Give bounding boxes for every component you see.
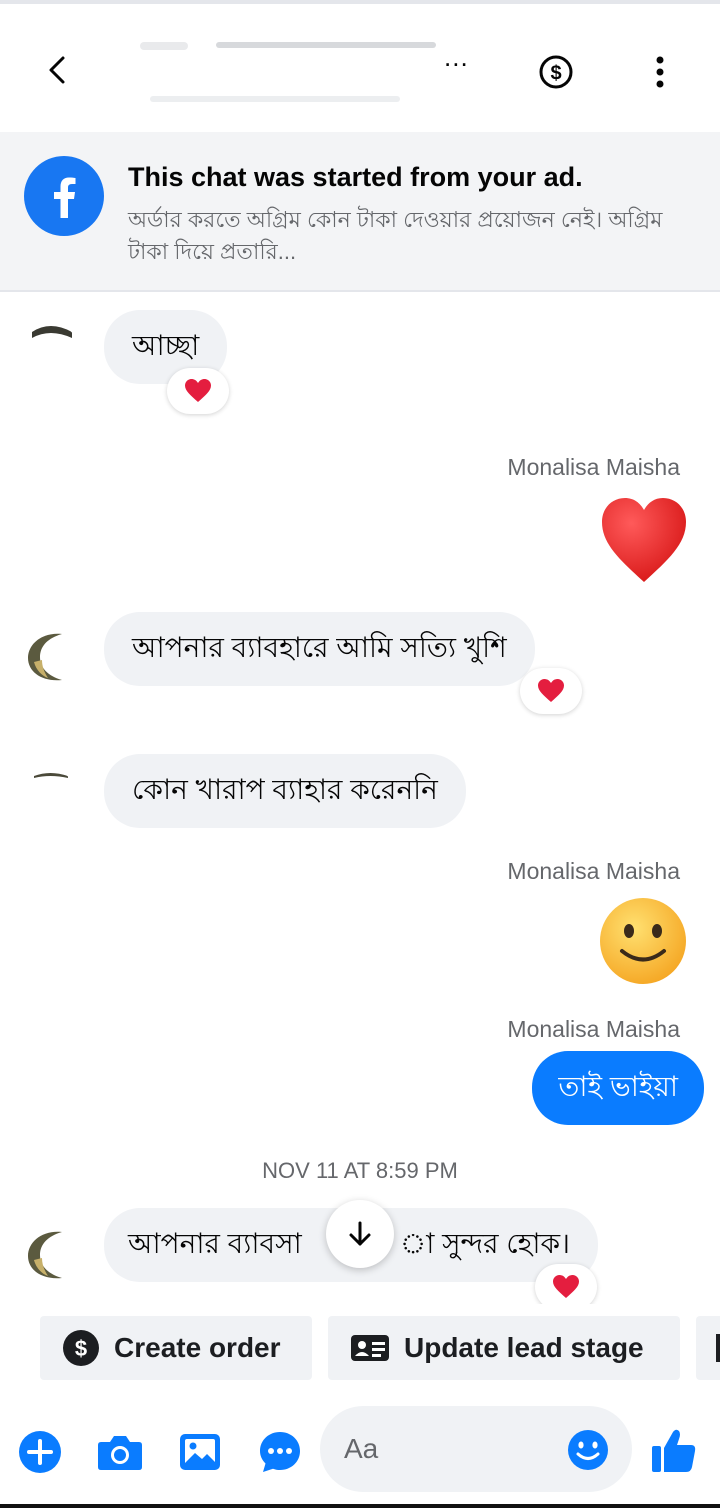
message-input[interactable] (344, 1426, 564, 1472)
chat-header: ... $ (0, 4, 720, 132)
message-text: া সুন্দর হোক। (400, 1227, 571, 1259)
dollar-icon: $ (539, 55, 573, 89)
vertical-dots-icon (656, 56, 664, 88)
emoji-button[interactable] (566, 1428, 610, 1472)
avatar[interactable] (22, 770, 78, 826)
gallery-button[interactable] (176, 1428, 224, 1476)
message-timestamp: NOV 11 AT 8:59 PM (262, 1158, 458, 1183)
sender-name: Monalisa Maisha (507, 454, 680, 480)
message-bubble-outgoing[interactable]: তাই ভাইয়া (532, 1051, 704, 1125)
payment-button[interactable]: $ (536, 52, 576, 92)
heart-reaction[interactable] (167, 368, 229, 414)
emoji-icon (568, 1430, 608, 1470)
message-bubble-incoming[interactable]: কোন খারাপ ব্যাহার করেননি (104, 754, 466, 828)
contact-name-ellipsis: ... (444, 42, 469, 72)
camera-icon (98, 1436, 142, 1470)
scroll-to-bottom-button[interactable] (326, 1200, 394, 1268)
svg-text:$: $ (75, 1336, 87, 1361)
chat-extensions-button[interactable] (256, 1428, 304, 1476)
ad-banner-text: অর্ডার করতে অগ্রিম কোন টাকা দেওয়ার প্রয… (128, 207, 663, 264)
avatar[interactable] (22, 322, 78, 378)
ad-origin-banner[interactable]: This chat was started from your ad. অর্ড… (0, 132, 720, 292)
thumbs-up-icon (652, 1429, 696, 1472)
message-bubble-incoming[interactable]: আপনার ব্যাবহারে আমি সত্যি খুশি (104, 612, 535, 686)
contact-name-redacted[interactable] (140, 34, 440, 114)
smiley-emoji-message[interactable] (598, 896, 688, 986)
image-icon (180, 1434, 220, 1470)
message-text: কোন খারাপ ব্যাহার করেননি (132, 773, 438, 805)
dollar-circle-icon: $ (63, 1330, 99, 1366)
avatar[interactable] (22, 628, 78, 684)
sender-name: Monalisa Maisha (507, 1016, 680, 1042)
create-order-button[interactable]: $ Create order (40, 1316, 312, 1380)
quick-action-overflow[interactable] (696, 1316, 720, 1380)
chat-bubble-icon (260, 1432, 300, 1472)
heart-icon (538, 679, 564, 702)
back-button[interactable] (38, 50, 78, 90)
heart-icon (553, 1275, 579, 1298)
ad-banner-title: This chat was started from your ad. (128, 162, 583, 192)
arrow-down-icon (349, 1221, 371, 1246)
message-text: তাই ভাইয়া (558, 1070, 678, 1102)
message-composer (0, 1400, 720, 1504)
sender-name: Monalisa Maisha (507, 858, 680, 884)
plus-button[interactable] (16, 1428, 64, 1476)
update-lead-stage-button[interactable]: Update lead stage (328, 1316, 680, 1380)
facebook-logo-icon (24, 156, 104, 236)
heart-icon (185, 379, 211, 402)
more-options-button[interactable] (640, 52, 680, 92)
message-text: আচ্ছা (132, 329, 200, 361)
avatar[interactable] (22, 1226, 78, 1282)
camera-button[interactable] (96, 1428, 144, 1476)
svg-text:$: $ (550, 63, 561, 85)
message-text: আপনার ব্যাবসা (128, 1227, 302, 1259)
nav-divider (0, 1504, 720, 1508)
quick-actions-bar: $ Create order Update lead stage (0, 1304, 720, 1400)
smiley-icon (600, 898, 686, 984)
big-heart-icon (602, 498, 686, 582)
plus-icon (19, 1431, 61, 1473)
update-lead-stage-label: Update lead stage (404, 1332, 644, 1363)
create-order-label: Create order (114, 1332, 281, 1363)
chevron-left-icon (49, 56, 65, 84)
heart-emoji-message[interactable] (598, 494, 690, 586)
message-text: আপনার ব্যাবহারে আমি সত্যি খুশি (132, 631, 507, 663)
id-card-icon (351, 1335, 389, 1361)
like-button[interactable] (648, 1422, 700, 1478)
heart-reaction[interactable] (520, 668, 582, 714)
message-input-container[interactable] (320, 1406, 632, 1492)
